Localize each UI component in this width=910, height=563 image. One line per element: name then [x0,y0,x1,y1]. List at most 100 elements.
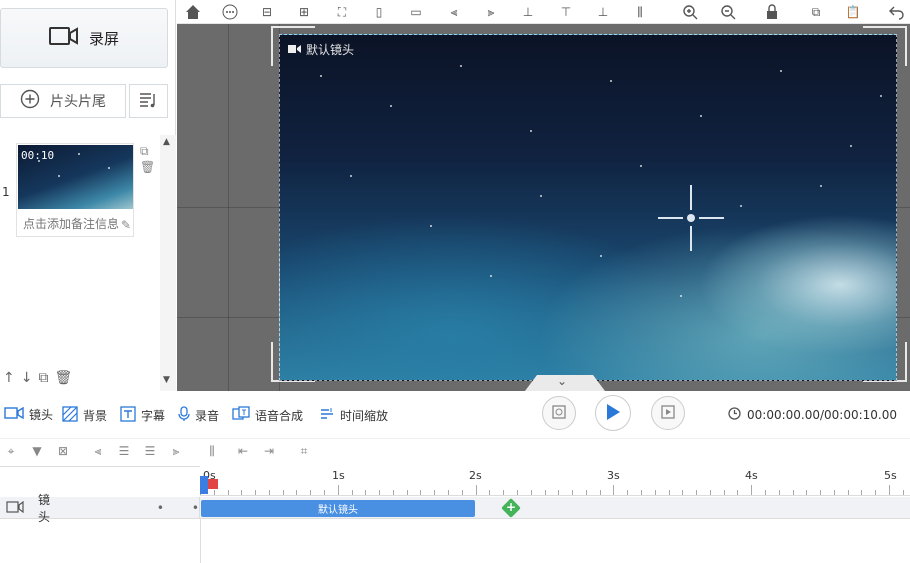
playhead[interactable] [200,476,208,494]
microphone-icon [178,406,190,425]
ruler-tick [861,490,863,495]
record-screen-label: 录屏 [88,29,119,48]
fit-width-icon[interactable]: ▭ [406,2,426,22]
ruler-tick [406,490,408,495]
scroll-up-icon[interactable]: ▲ [163,137,170,147]
filter-icon[interactable]: ▼ [29,443,45,459]
add-camera-button[interactable]: 镜头 [4,406,53,423]
scene-note-placeholder[interactable]: 点击添加备注信息 [23,215,129,232]
copy-icon[interactable]: ⧉ [806,2,826,22]
move-left-icon[interactable]: ⇤ [235,443,251,459]
ruler-label: 1s [332,469,345,482]
ruler-tick [613,485,615,495]
text-to-speech-button[interactable]: 语音合成 [232,406,303,425]
timeline-divider [200,519,201,563]
scene-scrollbar[interactable]: ▲ ▼ [160,135,176,391]
align-center-v-icon[interactable]: ⊞ [294,2,314,22]
preview-frame-button[interactable] [542,396,576,430]
fit-height-icon[interactable]: ▯ [369,2,389,22]
move-down-icon[interactable]: ↓ [21,370,33,386]
mark-icon[interactable]: ⌗ [296,443,312,459]
time-ruler[interactable]: 0s 1s 2s 3s 4s 5s [200,466,910,496]
add-background-button[interactable]: 背景 [62,406,107,425]
next-frame-button[interactable] [651,396,685,430]
ruler-tick [847,490,849,495]
clear-filter-icon[interactable]: ⊠ [55,443,71,459]
scene-card[interactable]: 00:10 点击添加备注信息 ✎ [16,143,134,237]
align-end-tl-icon[interactable]: ⫸ [168,443,184,459]
ruler-tick [392,490,394,495]
undo-icon[interactable] [887,2,907,22]
more-icon[interactable] [220,2,240,22]
trash-icon[interactable]: 🗑 [54,370,72,386]
time-text: 00:00:00.00/00:00:10.00 [747,408,897,422]
scene-index: 1 [2,185,10,199]
timeline-edit-toolbar [0,438,910,464]
ruler-tick [296,490,298,495]
add-subtitle-button[interactable]: 字幕 [120,406,165,425]
ruler-tick [640,490,642,495]
align-left-icon[interactable]: ⫷ [444,2,464,22]
time-scale-button[interactable]: 时间缩放 [319,406,388,425]
ruler-tick [351,490,353,495]
playhead-end-marker[interactable] [208,479,218,489]
move-up-icon[interactable]: ↑ [3,370,15,386]
ruler-label: 3s [607,469,620,482]
align-left-tl-icon[interactable]: ⫷ [90,443,106,459]
camera-stage[interactable]: 默认镜头 [279,34,897,381]
locate-icon[interactable]: ⌖ [3,443,19,459]
zoom-in-icon[interactable] [680,2,700,22]
ruler-tick [902,490,904,495]
distribute-icon[interactable]: ⫼ [630,2,650,22]
ruler-tick [668,490,670,495]
play-button[interactable] [595,395,631,431]
align-right-icon[interactable]: ⫸ [481,2,501,22]
scene-thumbnail[interactable]: 00:10 [18,145,133,209]
duplicate-icon[interactable]: ⧉ [38,370,48,386]
track-dot-icon[interactable]: • [192,501,199,515]
plus-icon[interactable]: + [504,499,518,515]
camera-clip[interactable]: 默认镜头 [201,500,475,517]
ruler-tick [475,485,477,495]
tts-icon [232,406,250,425]
edit-pencil-icon[interactable]: ✎ [121,218,131,232]
align-right-tl-icon[interactable]: ☰ [142,443,158,459]
align-top-icon[interactable]: ⊤ [556,2,576,22]
scroll-down-icon[interactable]: ▼ [163,375,170,385]
ruler-tick [875,490,877,495]
ruler-tick [764,490,766,495]
align-middle-icon[interactable]: ⊥ [518,2,538,22]
home-icon[interactable] [183,2,203,22]
ruler-tick [778,490,780,495]
scene-list-button[interactable] [129,84,168,118]
paste-icon[interactable]: 📋 [843,2,863,22]
align-center-tl-icon[interactable]: ☰ [116,443,132,459]
camera-label: 默认镜头 [288,41,354,58]
ruler-tick [324,490,326,495]
ruler-tick [709,490,711,495]
canvas-area[interactable]: 默认镜头 ⌄ [177,24,910,391]
record-screen-button[interactable]: 录屏 [0,8,168,68]
chevron-down-icon[interactable]: ⌄ [557,374,567,388]
fit-icon[interactable]: ⛶ [332,2,352,22]
align-center-h-icon[interactable]: ⊟ [257,2,277,22]
camera-track-header[interactable]: 镜头 • • [0,493,200,524]
scene-actions-bar: ↑ ↓ ⧉ 🗑 [0,365,160,391]
ruler-tick [696,490,698,495]
delete-scene-icon[interactable]: 🗑 [140,160,155,174]
canvas-toolbar: ⊟ ⊞ ⛶ ▯ ▭ ⫷ ⫸ ⊥ ⊤ ⊥ ⫼ ⧉ 📋 [177,0,910,24]
lock-icon[interactable] [762,2,782,22]
intro-outro-button[interactable]: 片头片尾 [0,84,126,118]
track-dot-icon[interactable]: • [157,501,164,515]
ruler-tick [489,490,491,495]
align-bottom-icon[interactable]: ⊥ [593,2,613,22]
copy-scene-icon[interactable]: ⧉ [140,144,149,159]
ruler-tick [448,490,450,495]
move-right-icon[interactable]: ⇥ [261,443,277,459]
zoom-out-icon[interactable] [718,2,738,22]
crosshair-icon[interactable] [658,185,724,251]
record-audio-button[interactable]: 录音 [178,406,219,425]
time-readout: 00:00:00.00/00:00:10.00 [728,407,897,423]
distribute-tl-icon[interactable]: ⫼ [204,443,220,459]
ruler-tick [241,490,243,495]
